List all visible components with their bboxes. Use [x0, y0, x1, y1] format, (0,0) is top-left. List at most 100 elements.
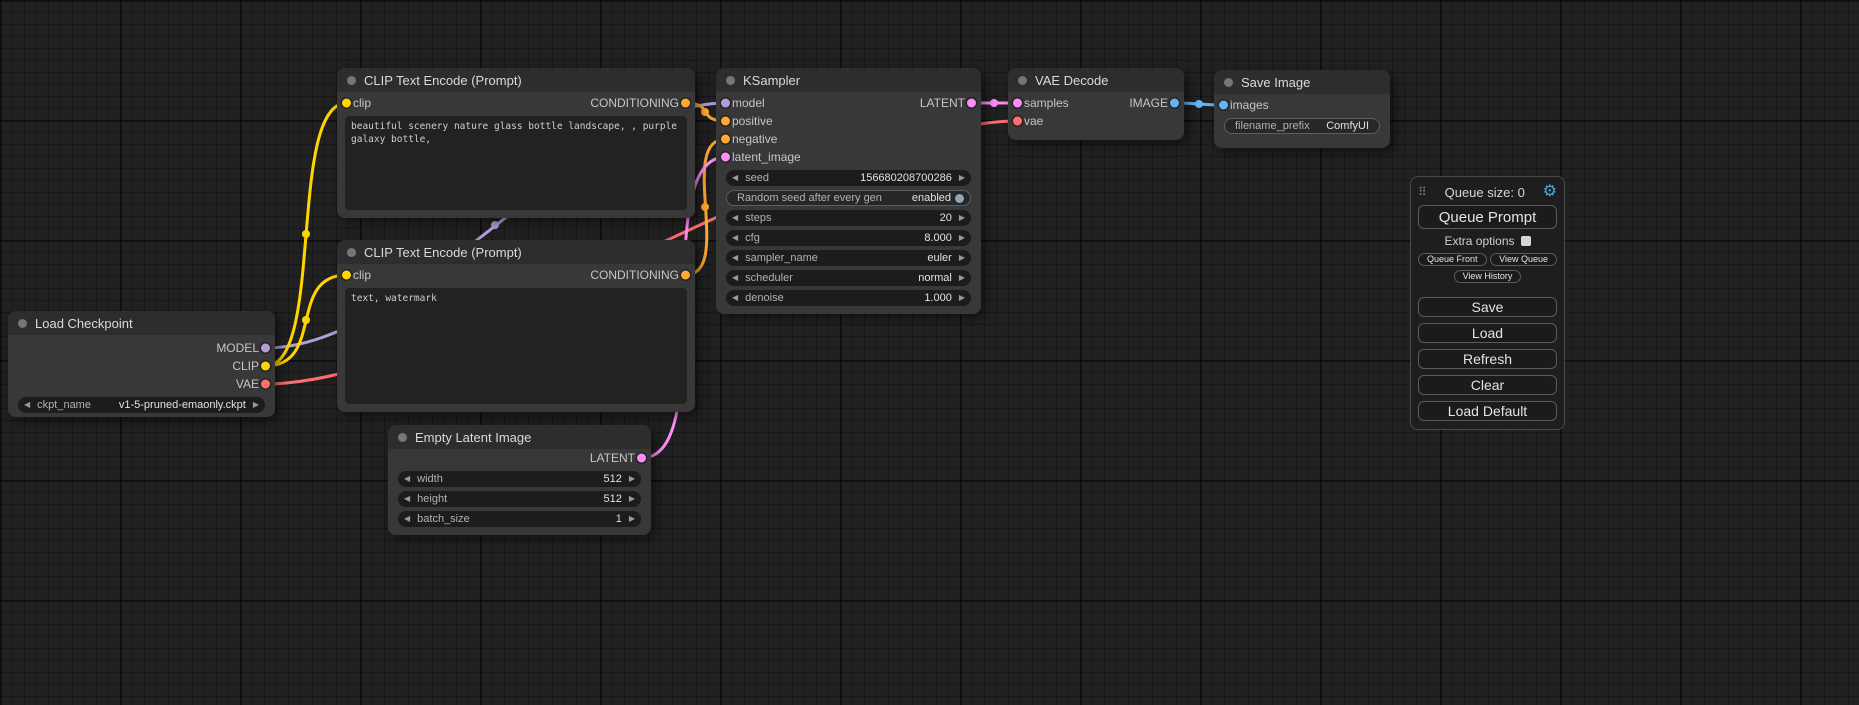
node-save-image[interactable]: Save Image images filename_prefix ComfyU… — [1214, 70, 1390, 148]
prompt-textarea[interactable]: beautiful scenery nature glass bottle la… — [345, 116, 687, 210]
output-row: MODEL — [8, 339, 275, 357]
node-title-bar[interactable]: VAE Decode — [1008, 68, 1184, 92]
decrement-arrow-icon[interactable]: ◀ — [732, 174, 738, 182]
clip-input-slot[interactable] — [342, 271, 351, 280]
filename-prefix-widget[interactable]: filename_prefix ComfyUI — [1224, 118, 1380, 134]
ckpt-name-widget[interactable]: ◀ ckpt_name v1-5-pruned-emaonly.ckpt ▶ — [18, 397, 265, 413]
increment-arrow-icon[interactable]: ▶ — [959, 294, 965, 302]
increment-arrow-icon[interactable]: ▶ — [959, 234, 965, 242]
latent-image-input-slot[interactable] — [721, 153, 730, 162]
widget-label: sampler_name — [745, 252, 818, 264]
increment-arrow-icon[interactable]: ▶ — [629, 515, 635, 523]
cfg-widget[interactable]: ◀ cfg 8.000 ▶ — [726, 230, 971, 246]
load-default-button[interactable]: Load Default — [1418, 401, 1557, 421]
clip-output-slot[interactable] — [261, 362, 270, 371]
increment-arrow-icon[interactable]: ▶ — [959, 174, 965, 182]
widget-value: 1 — [616, 513, 622, 525]
node-empty-latent-image[interactable]: Empty Latent Image LATENT ◀ width 512 ▶ … — [388, 425, 651, 535]
extra-options-checkbox[interactable] — [1521, 236, 1531, 246]
negative-input-slot[interactable] — [721, 135, 730, 144]
queue-front-button[interactable]: Queue Front — [1418, 253, 1487, 266]
decrement-arrow-icon[interactable]: ◀ — [404, 495, 410, 503]
samples-input-slot[interactable] — [1013, 99, 1022, 108]
spacer — [1418, 283, 1557, 291]
node-title-bar[interactable]: KSampler — [716, 68, 981, 92]
node-title-bar[interactable]: CLIP Text Encode (Prompt) — [337, 68, 695, 92]
slot-row: model LATENT — [716, 94, 981, 112]
height-widget[interactable]: ◀ height 512 ▶ — [398, 491, 641, 507]
vae-input-slot[interactable] — [1013, 117, 1022, 126]
latent-output-slot[interactable] — [967, 99, 976, 108]
workflow-canvas[interactable]: Load Checkpoint MODEL CLIP VAE ◀ ckpt_na… — [0, 0, 1859, 705]
clip-input-slot[interactable] — [342, 99, 351, 108]
vae-output-slot[interactable] — [261, 380, 270, 389]
collapse-dot-icon[interactable] — [1224, 78, 1233, 87]
collapse-dot-icon[interactable] — [398, 433, 407, 442]
node-title-bar[interactable]: Empty Latent Image — [388, 425, 651, 449]
drag-handle-icon[interactable]: ⠿ — [1418, 185, 1427, 199]
prompt-textarea[interactable]: text, watermark — [345, 288, 687, 404]
node-clip-text-encode-negative[interactable]: CLIP Text Encode (Prompt) clip CONDITION… — [337, 240, 695, 412]
latent-output-slot[interactable] — [637, 454, 646, 463]
width-widget[interactable]: ◀ width 512 ▶ — [398, 471, 641, 487]
conditioning-output-slot[interactable] — [681, 271, 690, 280]
positive-input-slot[interactable] — [721, 117, 730, 126]
seed-widget[interactable]: ◀ seed 156680208700286 ▶ — [726, 170, 971, 186]
random-seed-toggle[interactable]: Random seed after every gen enabled — [726, 190, 971, 206]
node-clip-text-encode-positive[interactable]: CLIP Text Encode (Prompt) clip CONDITION… — [337, 68, 695, 218]
scheduler-widget[interactable]: ◀ scheduler normal ▶ — [726, 270, 971, 286]
queue-size-label: Queue size: 0 — [1427, 185, 1543, 200]
output-label: VAE — [236, 377, 259, 391]
refresh-button[interactable]: Refresh — [1418, 349, 1557, 369]
increment-arrow-icon[interactable]: ▶ — [253, 401, 259, 409]
model-input-slot[interactable] — [721, 99, 730, 108]
node-title-bar[interactable]: CLIP Text Encode (Prompt) — [337, 240, 695, 264]
widget-label: denoise — [745, 292, 784, 304]
input-label: negative — [732, 132, 777, 146]
conditioning-output-slot[interactable] — [681, 99, 690, 108]
node-title-bar[interactable]: Save Image — [1214, 70, 1390, 94]
toggle-knob-icon[interactable] — [955, 194, 964, 203]
decrement-arrow-icon[interactable]: ◀ — [24, 401, 30, 409]
increment-arrow-icon[interactable]: ▶ — [629, 475, 635, 483]
node-ksampler[interactable]: KSampler model LATENT positive negative … — [716, 68, 981, 314]
save-button[interactable]: Save — [1418, 297, 1557, 317]
increment-arrow-icon[interactable]: ▶ — [959, 254, 965, 262]
view-history-button[interactable]: View History — [1454, 270, 1522, 283]
widget-value: enabled — [912, 192, 951, 204]
decrement-arrow-icon[interactable]: ◀ — [732, 254, 738, 262]
image-output-slot[interactable] — [1170, 99, 1179, 108]
node-title-bar[interactable]: Load Checkpoint — [8, 311, 275, 335]
widget-value: euler — [927, 252, 951, 264]
settings-gear-icon[interactable]: ⚙ — [1543, 184, 1557, 200]
queue-prompt-button[interactable]: Queue Prompt — [1418, 205, 1557, 229]
increment-arrow-icon[interactable]: ▶ — [959, 214, 965, 222]
images-input-slot[interactable] — [1219, 101, 1228, 110]
collapse-dot-icon[interactable] — [726, 76, 735, 85]
collapse-dot-icon[interactable] — [1018, 76, 1027, 85]
steps-widget[interactable]: ◀ steps 20 ▶ — [726, 210, 971, 226]
node-title: Load Checkpoint — [35, 316, 133, 331]
decrement-arrow-icon[interactable]: ◀ — [404, 475, 410, 483]
batch-size-widget[interactable]: ◀ batch_size 1 ▶ — [398, 511, 641, 527]
decrement-arrow-icon[interactable]: ◀ — [732, 234, 738, 242]
decrement-arrow-icon[interactable]: ◀ — [732, 294, 738, 302]
sampler-name-widget[interactable]: ◀ sampler_name euler ▶ — [726, 250, 971, 266]
denoise-widget[interactable]: ◀ denoise 1.000 ▶ — [726, 290, 971, 306]
decrement-arrow-icon[interactable]: ◀ — [732, 274, 738, 282]
increment-arrow-icon[interactable]: ▶ — [629, 495, 635, 503]
decrement-arrow-icon[interactable]: ◀ — [732, 214, 738, 222]
load-button[interactable]: Load — [1418, 323, 1557, 343]
clear-button[interactable]: Clear — [1418, 375, 1557, 395]
increment-arrow-icon[interactable]: ▶ — [959, 274, 965, 282]
view-queue-button[interactable]: View Queue — [1490, 253, 1557, 266]
node-load-checkpoint[interactable]: Load Checkpoint MODEL CLIP VAE ◀ ckpt_na… — [8, 311, 275, 417]
queue-actions-row: Queue Front View Queue — [1418, 253, 1557, 266]
model-output-slot[interactable] — [261, 344, 270, 353]
slot-row: negative — [716, 130, 981, 148]
collapse-dot-icon[interactable] — [347, 248, 356, 257]
collapse-dot-icon[interactable] — [18, 319, 27, 328]
collapse-dot-icon[interactable] — [347, 76, 356, 85]
decrement-arrow-icon[interactable]: ◀ — [404, 515, 410, 523]
node-vae-decode[interactable]: VAE Decode samples IMAGE vae — [1008, 68, 1184, 140]
